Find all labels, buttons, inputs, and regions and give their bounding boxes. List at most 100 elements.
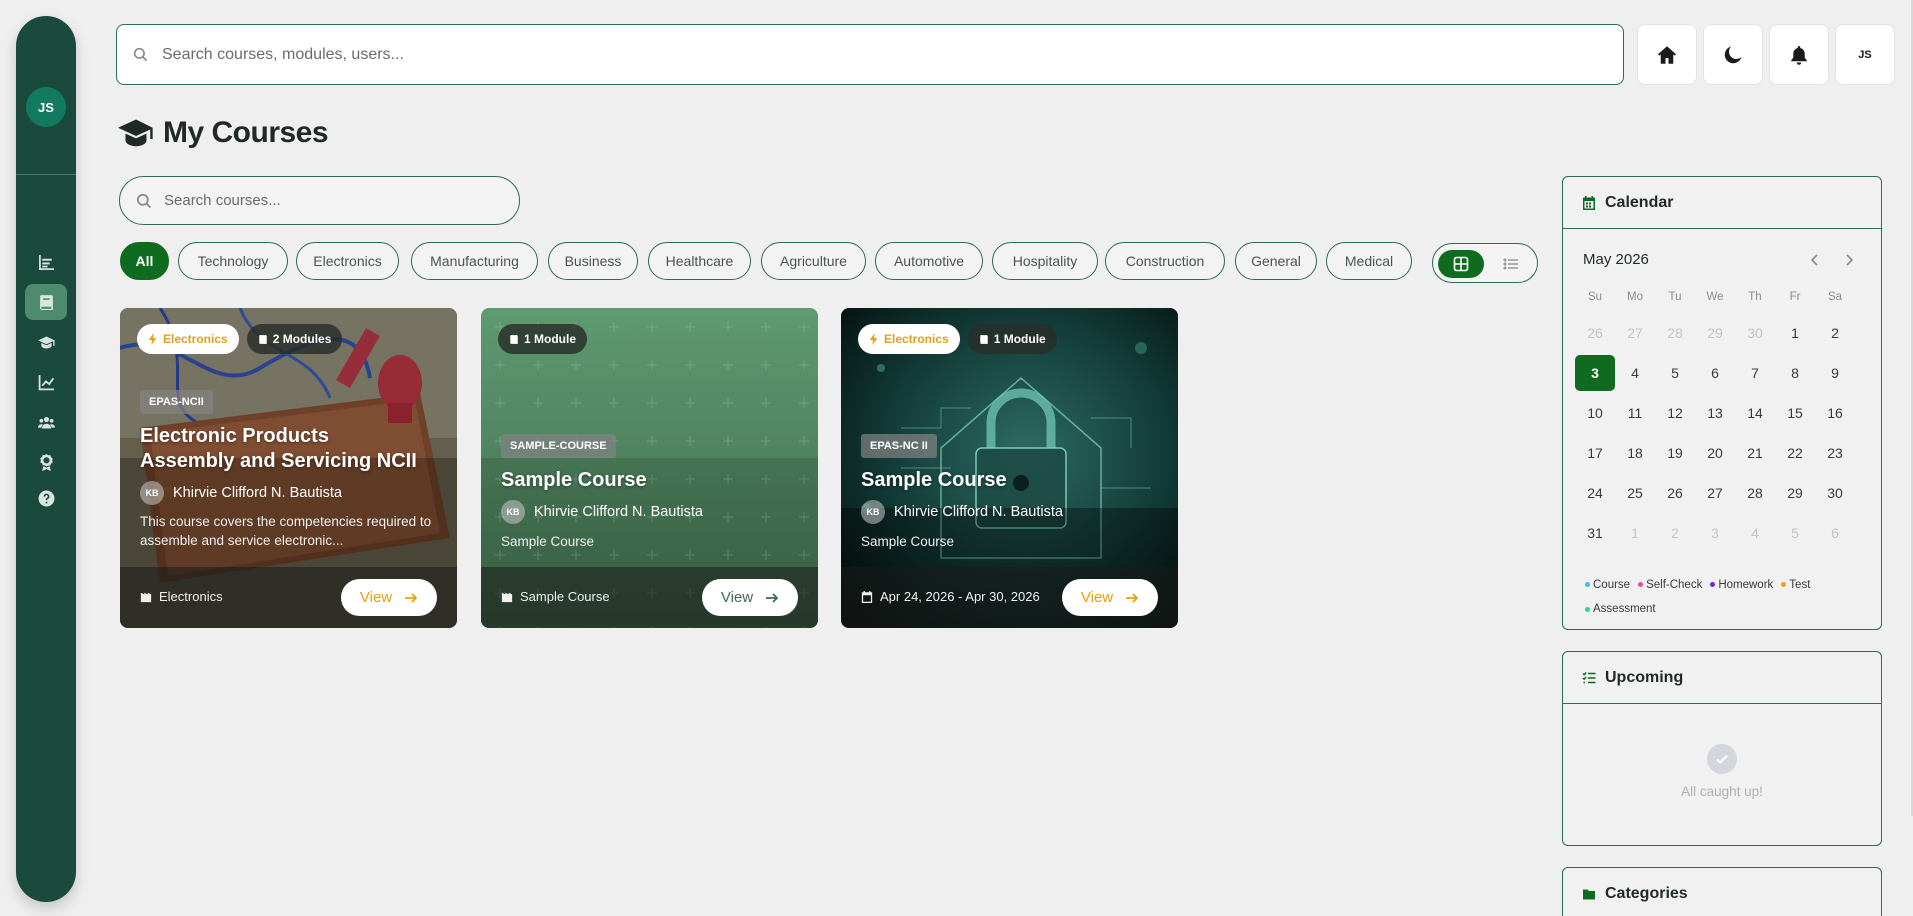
calendar-day[interactable]: 31 [1575, 513, 1615, 553]
calendar-day[interactable]: 2 [1815, 313, 1855, 353]
notifications-button[interactable] [1769, 24, 1829, 85]
calendar-day[interactable]: 16 [1815, 393, 1855, 433]
calendar-day[interactable]: 29 [1775, 473, 1815, 513]
filter-medical[interactable]: Medical [1326, 242, 1412, 280]
calendar-day[interactable]: 27 [1615, 313, 1655, 353]
calendar-day-number: 18 [1627, 445, 1643, 461]
global-search-input[interactable] [162, 45, 1562, 64]
filter-business[interactable]: Business [548, 242, 638, 280]
calendar-day[interactable]: 5 [1655, 353, 1695, 393]
calendar-day-number: 9 [1831, 365, 1839, 381]
calendar-day[interactable]: 23 [1815, 433, 1855, 473]
calendar-day-number: 1 [1791, 325, 1799, 341]
calendar-day[interactable]: 6 [1815, 513, 1855, 553]
page-title: My Courses [118, 116, 329, 150]
filter-general[interactable]: General [1235, 242, 1317, 280]
calendar-day[interactable]: 30 [1815, 473, 1855, 513]
calendar-day-today[interactable]: 3 [1575, 353, 1615, 393]
calendar-day[interactable]: 28 [1655, 313, 1695, 353]
calendar-day[interactable]: 29 [1695, 313, 1735, 353]
calendar-day[interactable]: 24 [1575, 473, 1615, 513]
calendar-day[interactable]: 7 [1735, 353, 1775, 393]
home-button[interactable] [1637, 24, 1697, 85]
course-title: Sample Course [501, 469, 647, 491]
calendar-day[interactable]: 26 [1655, 473, 1695, 513]
sidebar-item-programs[interactable] [25, 324, 67, 360]
calendar-day[interactable]: 1 [1775, 313, 1815, 353]
filter-technology[interactable]: Technology [178, 242, 288, 280]
filter-agriculture[interactable]: Agriculture [761, 242, 866, 280]
calendar-day[interactable]: 15 [1775, 393, 1815, 433]
sidebar-item-courses[interactable] [25, 284, 67, 320]
sidebar-item-certificates[interactable] [25, 444, 67, 480]
course-search-input[interactable] [164, 192, 484, 209]
view-course-button[interactable]: View [341, 579, 437, 616]
user-menu-button[interactable]: JS [1835, 24, 1895, 85]
calendar-day-number: 7 [1751, 365, 1759, 381]
view-course-button[interactable]: View [702, 579, 798, 616]
calendar-day-number: 29 [1787, 485, 1803, 501]
category-badge-label: Electronics [884, 332, 949, 346]
sidebar-item-users[interactable] [25, 404, 67, 440]
calendar-day[interactable]: 10 [1575, 393, 1615, 433]
calendar-day[interactable]: 6 [1695, 353, 1735, 393]
calendar-day[interactable]: 18 [1615, 433, 1655, 473]
calendar-day[interactable]: 20 [1695, 433, 1735, 473]
calendar-day[interactable]: 13 [1695, 393, 1735, 433]
calendar-day[interactable]: 4 [1735, 513, 1775, 553]
calendar-day-number: 26 [1587, 325, 1603, 341]
filter-manufacturing[interactable]: Manufacturing [411, 242, 538, 280]
calendar-day[interactable]: 21 [1735, 433, 1775, 473]
calendar-day[interactable]: 9 [1815, 353, 1855, 393]
calendar-legend: Course Self-Check Homework Test Assessment [1585, 572, 1870, 621]
calendar-day[interactable]: 26 [1575, 313, 1615, 353]
calendar-day[interactable]: 27 [1695, 473, 1735, 513]
sidebar-item-help[interactable] [25, 480, 67, 516]
category-badge: Electronics [858, 324, 960, 354]
calendar-day[interactable]: 22 [1775, 433, 1815, 473]
sidebar-item-analytics[interactable] [25, 364, 67, 400]
calendar-next-button[interactable] [1839, 250, 1859, 270]
course-card[interactable]: Electronics 1 Module EPAS-NC II Sample C… [841, 308, 1178, 628]
calendar-day[interactable]: 28 [1735, 473, 1775, 513]
sidebar-avatar[interactable]: JS [26, 87, 66, 127]
building-icon [140, 592, 152, 602]
footer-label-text: Apr 24, 2026 - Apr 30, 2026 [880, 589, 1040, 604]
filter-construction[interactable]: Construction [1105, 242, 1225, 280]
grid-view-button[interactable] [1438, 250, 1484, 278]
course-card[interactable]: 1 Module SAMPLE-COURSE Sample Course KB … [481, 308, 818, 628]
course-card[interactable]: Electronics 2 Modules EPAS-NCII Electron… [120, 308, 457, 628]
theme-toggle-button[interactable] [1703, 24, 1763, 85]
calendar-day[interactable]: 19 [1655, 433, 1695, 473]
footer-label-text: Electronics [159, 589, 223, 604]
calendar-day[interactable]: 12 [1655, 393, 1695, 433]
arrow-right-icon [405, 592, 418, 603]
calendar-day[interactable]: 17 [1575, 433, 1615, 473]
calendar-day[interactable]: 4 [1615, 353, 1655, 393]
calendar-day[interactable]: 2 [1655, 513, 1695, 553]
filter-hospitality[interactable]: Hospitality [992, 242, 1098, 280]
calendar-day[interactable]: 14 [1735, 393, 1775, 433]
calendar-day[interactable]: 5 [1775, 513, 1815, 553]
calendar-panel: Calendar May 2026 Su Mo Tu We Th Fr Sa 26 27 28 29… [1562, 176, 1882, 630]
filter-electronics[interactable]: Electronics [296, 242, 399, 280]
check-circle-icon [1707, 744, 1737, 774]
view-course-button[interactable]: View [1062, 579, 1158, 616]
calendar-prev-button[interactable] [1805, 250, 1825, 270]
course-description: Sample Course [501, 534, 595, 549]
sidebar-item-dashboard[interactable] [25, 244, 67, 280]
calendar-day[interactable]: 25 [1615, 473, 1655, 513]
filter-all[interactable]: All [120, 242, 169, 280]
filter-healthcare[interactable]: Healthcare [648, 242, 751, 280]
calendar-grid: Su Mo Tu We Th Fr Sa 26 27 28 29 30 1 2 3 4 5 6 7 8 9 10 11 12 1… [1575, 291, 1871, 553]
filter-automotive[interactable]: Automotive [875, 242, 983, 280]
list-view-button[interactable] [1488, 250, 1534, 278]
calendar-day[interactable]: 1 [1615, 513, 1655, 553]
calendar-day[interactable]: 3 [1695, 513, 1735, 553]
calendar-day[interactable]: 30 [1735, 313, 1775, 353]
calendar-day[interactable]: 8 [1775, 353, 1815, 393]
footer-label-text: Sample Course [520, 589, 610, 604]
calendar-day[interactable]: 11 [1615, 393, 1655, 433]
grid-icon [1453, 256, 1469, 272]
legend-item: Homework [1710, 573, 1773, 597]
